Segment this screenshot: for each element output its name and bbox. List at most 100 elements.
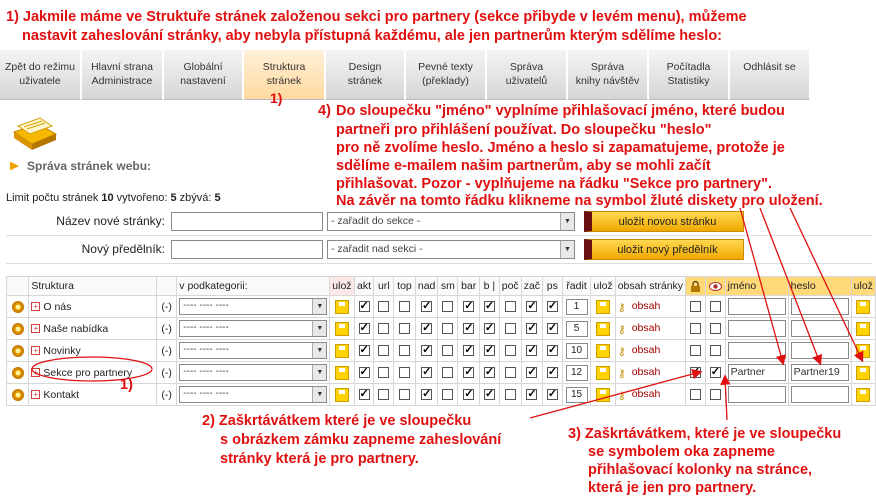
checkbox-b[interactable]: [483, 343, 495, 357]
save-floppy-icon[interactable]: [596, 321, 611, 336]
checkbox-eye[interactable]: [709, 365, 721, 379]
expand-icon[interactable]: +: [31, 346, 41, 356]
checkbox-ps[interactable]: [546, 387, 558, 401]
expand-icon[interactable]: +: [31, 324, 41, 334]
save-new-divider-button[interactable]: uložit nový předělník: [584, 239, 744, 260]
tab-fixed-texts[interactable]: Pevné texty (překlady): [406, 50, 486, 100]
checkbox-active[interactable]: [358, 343, 370, 357]
tab-counters-stats[interactable]: Počítadla Statistiky: [649, 50, 729, 100]
tab-global-settings[interactable]: Globální nastavení: [164, 50, 243, 100]
login-name-input[interactable]: [727, 320, 786, 337]
checkbox-top[interactable]: [398, 389, 410, 401]
login-name-input[interactable]: [727, 298, 786, 315]
gear-icon[interactable]: [11, 322, 24, 335]
checkbox-url[interactable]: [378, 323, 390, 335]
new-page-section-select[interactable]: - zařadit do sekce - ▼: [327, 212, 575, 231]
save-floppy-icon[interactable]: [334, 365, 349, 380]
checkbox-b[interactable]: [483, 321, 495, 335]
checkbox-sm[interactable]: [442, 345, 454, 357]
checkbox-top[interactable]: [398, 367, 410, 379]
checkbox-top[interactable]: [398, 323, 410, 335]
gear-icon[interactable]: [11, 388, 24, 401]
checkbox-above[interactable]: [421, 343, 433, 357]
checkbox-counter[interactable]: [504, 389, 516, 401]
checkbox-bar[interactable]: [463, 299, 475, 313]
checkbox-active[interactable]: [358, 299, 370, 313]
checkbox-ps[interactable]: [546, 343, 558, 357]
checkbox-lock[interactable]: [689, 301, 701, 313]
save-floppy-icon[interactable]: [856, 387, 871, 402]
login-name-input[interactable]: [727, 386, 786, 403]
checkbox-above[interactable]: [421, 321, 433, 335]
checkbox-start[interactable]: [526, 365, 538, 379]
checkbox-eye[interactable]: [709, 301, 721, 313]
content-link[interactable]: obsah: [632, 322, 661, 334]
subcategory-select[interactable]: ---- ---- ---- ▼: [179, 342, 328, 359]
checkbox-lock[interactable]: [689, 323, 701, 335]
checkbox-bar[interactable]: [463, 387, 475, 401]
gear-icon[interactable]: [11, 300, 24, 313]
checkbox-top[interactable]: [398, 301, 410, 313]
checkbox-b[interactable]: [483, 299, 495, 313]
save-floppy-icon[interactable]: [334, 387, 349, 402]
save-floppy-icon[interactable]: [596, 343, 611, 358]
checkbox-counter[interactable]: [504, 367, 516, 379]
expand-icon[interactable]: +: [31, 390, 41, 400]
tab-page-structure[interactable]: Struktura stránek: [244, 50, 325, 100]
checkbox-url[interactable]: [378, 367, 390, 379]
order-input[interactable]: 10: [565, 342, 588, 359]
page-name[interactable]: Sekce pro partnery: [43, 367, 132, 379]
save-floppy-icon[interactable]: [856, 299, 871, 314]
tab-page-design[interactable]: Design stránek: [326, 50, 405, 100]
page-name[interactable]: O nás: [43, 301, 71, 313]
checkbox-b[interactable]: [483, 387, 495, 401]
checkbox-lock[interactable]: [689, 365, 701, 379]
order-input[interactable]: 15: [565, 386, 588, 403]
subcategory-select[interactable]: ---- ---- ---- ▼: [179, 386, 328, 403]
checkbox-url[interactable]: [378, 389, 390, 401]
subcategory-select[interactable]: ---- ---- ---- ▼: [179, 364, 328, 381]
save-floppy-icon[interactable]: [856, 343, 871, 358]
new-divider-name-input[interactable]: [171, 240, 323, 259]
checkbox-active[interactable]: [358, 387, 370, 401]
new-divider-section-select[interactable]: - zařadit nad sekci - ▼: [327, 240, 575, 259]
gear-icon[interactable]: [11, 344, 24, 357]
tab-guestbook[interactable]: Správa knihy návštěv: [568, 50, 648, 100]
checkbox-lock[interactable]: [689, 345, 701, 357]
save-floppy-icon[interactable]: [596, 387, 611, 402]
login-name-input[interactable]: [727, 342, 786, 359]
content-link[interactable]: obsah: [632, 300, 661, 312]
checkbox-bar[interactable]: [463, 343, 475, 357]
save-floppy-icon[interactable]: [856, 321, 871, 336]
checkbox-start[interactable]: [526, 343, 538, 357]
checkbox-url[interactable]: [378, 345, 390, 357]
content-link[interactable]: obsah: [632, 388, 661, 400]
password-input[interactable]: [790, 298, 849, 315]
checkbox-bar[interactable]: [463, 321, 475, 335]
checkbox-above[interactable]: [421, 299, 433, 313]
tab-logout[interactable]: Odhlásit se: [730, 50, 810, 100]
save-floppy-icon[interactable]: [596, 299, 611, 314]
checkbox-ps[interactable]: [546, 321, 558, 335]
checkbox-eye[interactable]: [709, 345, 721, 357]
password-input[interactable]: [790, 320, 849, 337]
checkbox-ps[interactable]: [546, 299, 558, 313]
checkbox-url[interactable]: [378, 301, 390, 313]
checkbox-above[interactable]: [421, 387, 433, 401]
checkbox-eye[interactable]: [709, 389, 721, 401]
expand-icon[interactable]: +: [31, 368, 41, 378]
tab-back-user-mode[interactable]: Zpět do režimu uživatele: [0, 50, 81, 100]
checkbox-ps[interactable]: [546, 365, 558, 379]
checkbox-start[interactable]: [526, 299, 538, 313]
tab-user-management[interactable]: Správa uživatelů: [487, 50, 567, 100]
save-floppy-icon[interactable]: [334, 321, 349, 336]
page-name[interactable]: Naše nabídka: [43, 323, 108, 335]
checkbox-top[interactable]: [398, 345, 410, 357]
checkbox-counter[interactable]: [504, 323, 516, 335]
content-link[interactable]: obsah: [632, 366, 661, 378]
checkbox-active[interactable]: [358, 321, 370, 335]
order-input[interactable]: 5: [565, 320, 588, 337]
checkbox-lock[interactable]: [689, 389, 701, 401]
save-new-page-button[interactable]: uložit novou stránku: [584, 211, 744, 232]
subcategory-select[interactable]: ---- ---- ---- ▼: [179, 320, 328, 337]
